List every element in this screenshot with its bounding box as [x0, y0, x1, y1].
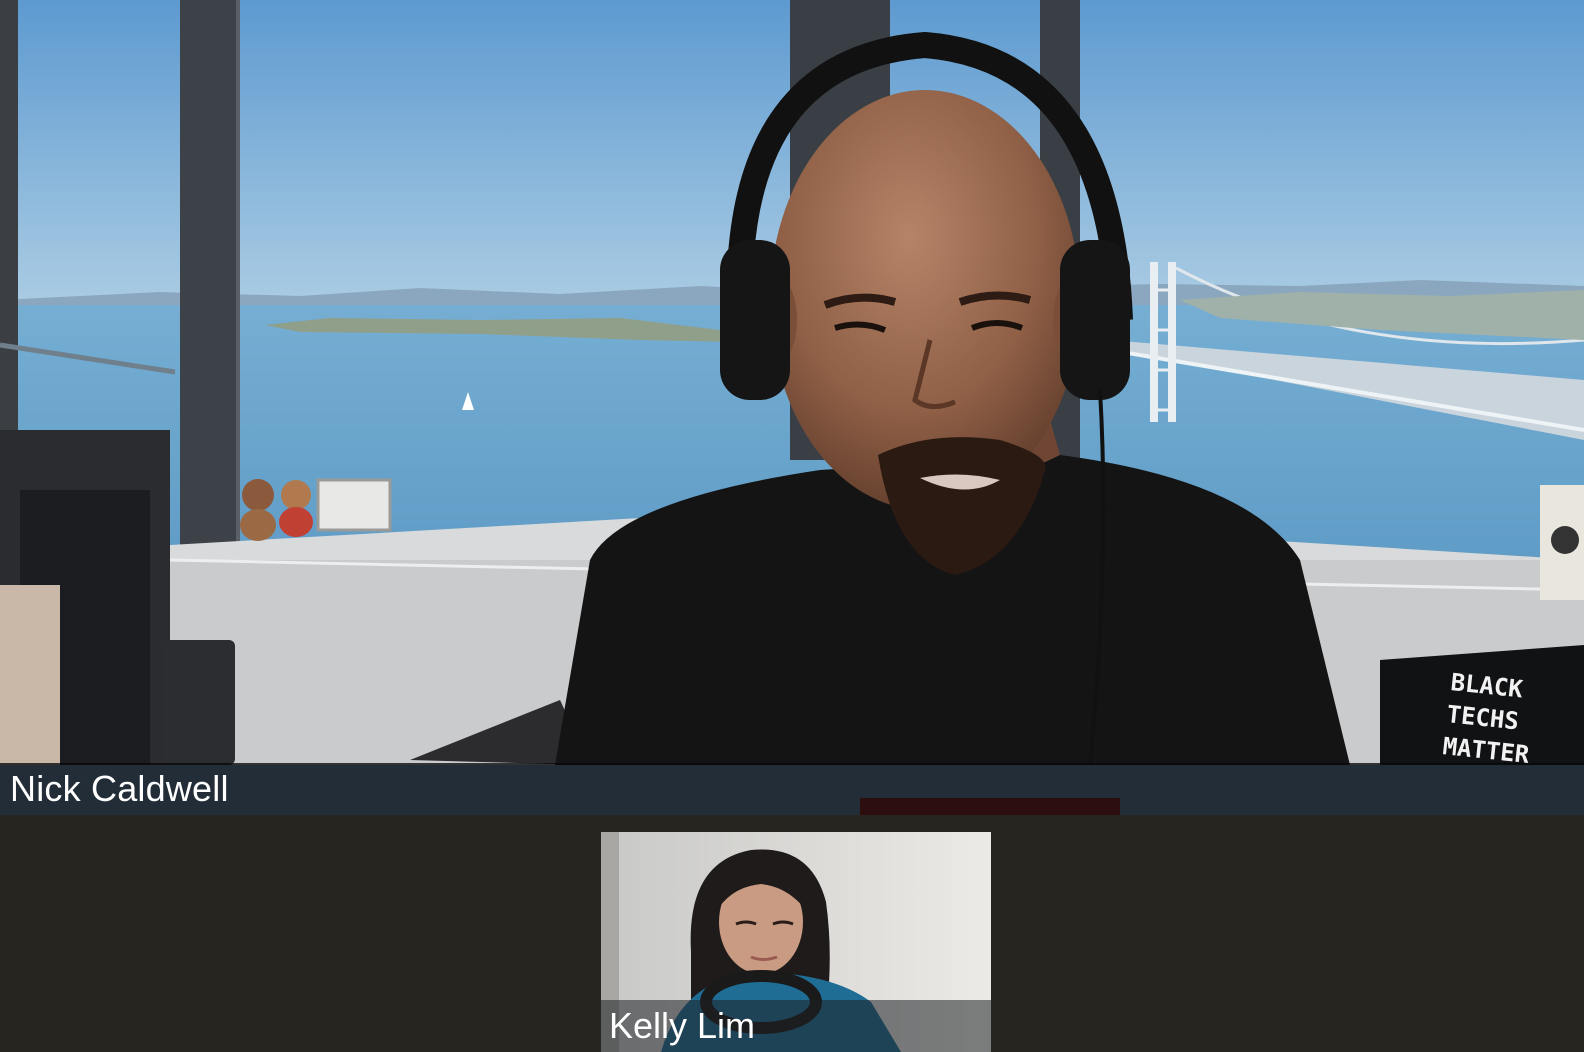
- participant-name-label: Nick Caldwell: [10, 768, 229, 809]
- participant-name-bar: [0, 763, 1584, 815]
- main-video-tile[interactable]: BLACK TECHS MATTER Nick Caldwell: [0, 0, 1584, 815]
- thumbnail-name-label: Kelly Lim: [609, 1005, 756, 1046]
- main-video-feed: BLACK TECHS MATTER: [0, 0, 1584, 815]
- thumbnail-video-tile[interactable]: Kelly Lim: [601, 832, 991, 1052]
